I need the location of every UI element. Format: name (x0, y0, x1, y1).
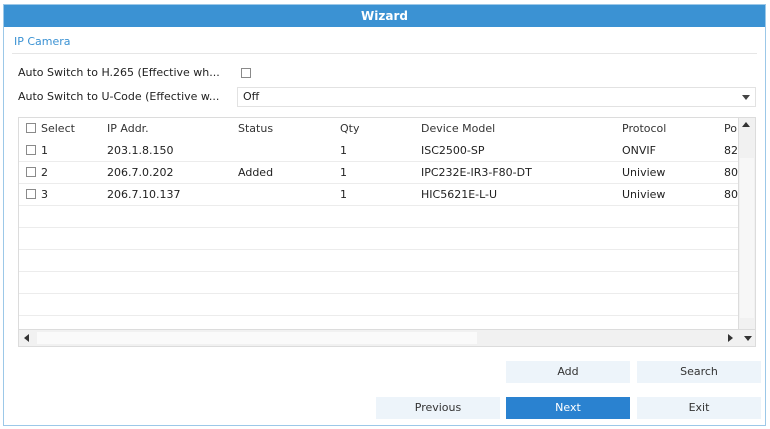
window-title: Wizard (4, 5, 765, 27)
table-row[interactable]: 3 206.7.10.137 1 HIC5621E-L-U Uniview 80 (19, 184, 739, 206)
row-checkbox[interactable] (26, 145, 36, 155)
header-status[interactable]: Status (238, 122, 273, 135)
row-index: 2 (41, 166, 48, 179)
row-port: 80 (724, 188, 738, 201)
ucode-option-label: Auto Switch to U-Code (Effective w... (18, 90, 220, 103)
search-button[interactable]: Search (637, 361, 761, 383)
ucode-select[interactable]: Off (237, 87, 756, 107)
row-model: ISC2500-SP (421, 144, 485, 157)
empty-row (19, 294, 739, 316)
header-port[interactable]: Po (724, 122, 737, 135)
select-all-checkbox[interactable] (26, 123, 36, 133)
row-port: 80 (724, 166, 738, 179)
empty-row (19, 250, 739, 272)
add-button[interactable]: Add (506, 361, 630, 383)
vertical-scrollbar[interactable] (738, 118, 755, 330)
row-protocol: Uniview (622, 166, 666, 179)
row-ip: 206.7.0.202 (107, 166, 174, 179)
next-button[interactable]: Next (506, 397, 630, 419)
camera-table: Select IP Addr. Status Qty Device Model … (18, 117, 756, 347)
chevron-down-icon (742, 95, 750, 100)
empty-row (19, 206, 739, 228)
table-row[interactable]: 2 206.7.0.202 Added 1 IPC232E-IR3-F80-DT… (19, 162, 739, 184)
scroll-right-icon[interactable] (728, 334, 733, 342)
h265-checkbox[interactable] (241, 68, 251, 78)
table-header: Select IP Addr. Status Qty Device Model … (19, 118, 739, 138)
header-model[interactable]: Device Model (421, 122, 495, 135)
horizontal-scroll-thumb[interactable] (37, 332, 477, 344)
row-checkbox[interactable] (26, 167, 36, 177)
row-port: 82 (724, 144, 738, 157)
row-model: IPC232E-IR3-F80-DT (421, 166, 532, 179)
row-index: 3 (41, 188, 48, 201)
h265-option-label: Auto Switch to H.265 (Effective wh... (18, 66, 220, 79)
row-qty: 1 (340, 166, 347, 179)
row-checkbox[interactable] (26, 189, 36, 199)
empty-row (19, 272, 739, 294)
horizontal-scrollbar[interactable] (19, 329, 755, 346)
empty-row (19, 228, 739, 250)
table-row[interactable]: 1 203.1.8.150 1 ISC2500-SP ONVIF 82 (19, 140, 739, 162)
h265-option-row: Auto Switch to H.265 (Effective wh... (18, 63, 251, 83)
row-ip: 206.7.10.137 (107, 188, 181, 201)
header-ip[interactable]: IP Addr. (107, 122, 149, 135)
vertical-scroll-thumb[interactable] (740, 158, 754, 318)
header-select: Select (41, 122, 75, 135)
row-qty: 1 (340, 144, 347, 157)
section-divider (12, 53, 757, 54)
scroll-up-icon[interactable] (742, 122, 750, 127)
row-protocol: Uniview (622, 188, 666, 201)
row-status: Added (238, 166, 274, 179)
ucode-select-value: Off (243, 90, 260, 103)
header-qty[interactable]: Qty (340, 122, 359, 135)
row-index: 1 (41, 144, 48, 157)
exit-button[interactable]: Exit (637, 397, 761, 419)
row-protocol: ONVIF (622, 144, 656, 157)
ucode-option-row: Auto Switch to U-Code (Effective w... (18, 87, 219, 107)
header-protocol[interactable]: Protocol (622, 122, 666, 135)
row-ip: 203.1.8.150 (107, 144, 174, 157)
scroll-down-icon[interactable] (744, 336, 752, 341)
row-qty: 1 (340, 188, 347, 201)
scroll-left-icon[interactable] (24, 334, 29, 342)
row-model: HIC5621E-L-U (421, 188, 498, 201)
section-title: IP Camera (14, 35, 71, 48)
previous-button[interactable]: Previous (376, 397, 500, 419)
wizard-window: Wizard IP Camera Auto Switch to H.265 (E… (3, 4, 766, 426)
